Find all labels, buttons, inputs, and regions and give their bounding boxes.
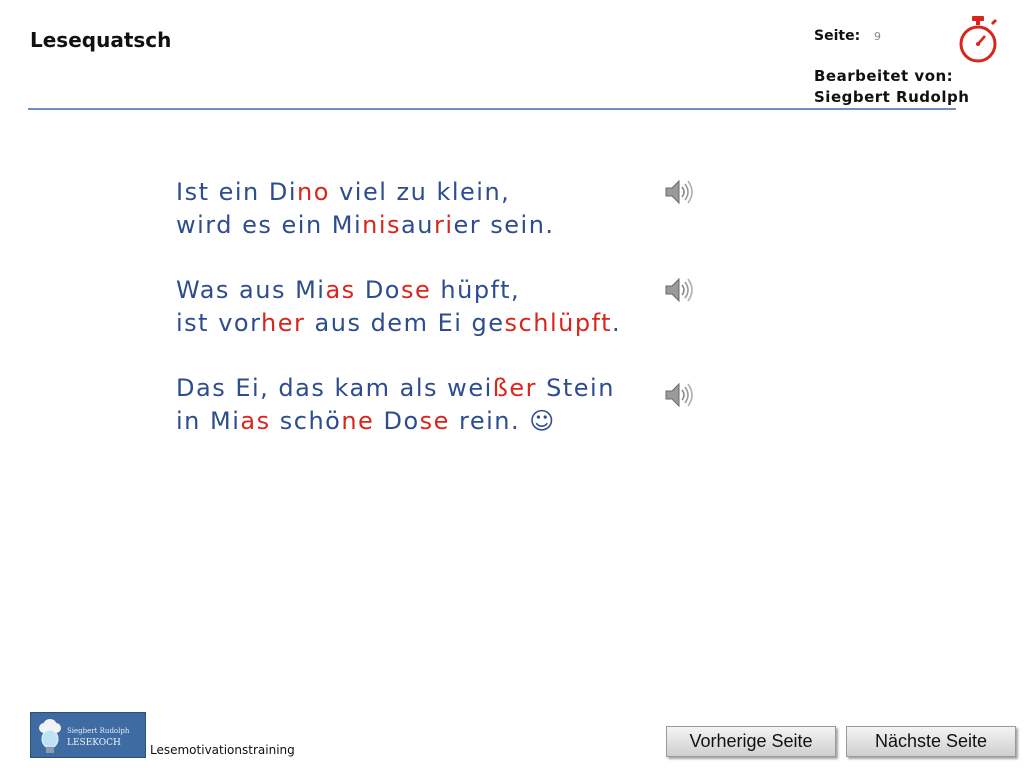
poem-text-segment: hüpft, (431, 276, 521, 304)
poem-text-segment: Ist ein Di (176, 178, 298, 206)
logo-brand: LESEKOCH (67, 738, 121, 748)
lightbulb-icon (39, 719, 61, 753)
poem-stanza: Was aus Mias Dose hüpft, ist vorher aus d… (176, 274, 621, 340)
editor-label: Bearbeitet von: (814, 67, 954, 85)
page-title: Lesequatsch (30, 28, 172, 52)
poem-line: ist vorher aus dem Ei geschlüpft. (176, 307, 621, 340)
poem-text-segment: in Mi (176, 407, 241, 435)
highlighted-syllable: ßer (492, 374, 537, 402)
highlighted-syllable: se (419, 407, 450, 435)
poem-line: Was aus Mias Dose hüpft, (176, 274, 621, 307)
previous-page-button[interactable]: Vorherige Seite (666, 726, 836, 757)
poem-text-segment: Was aus Mi (176, 276, 326, 304)
poem-text-segment: . (612, 309, 622, 337)
poem-text-segment: viel zu klein, (329, 178, 511, 206)
poem-line: in Mias schöne Dose rein. ☺ (176, 405, 621, 438)
header-divider (28, 108, 956, 110)
highlighted-syllable: schlüpft (504, 309, 613, 337)
poem-stanza: Das Ei, das kam als weißer Stein in Mias … (176, 372, 621, 438)
highlighted-syllable: as (325, 276, 356, 304)
page-number-value: 9 (874, 30, 881, 43)
poem-text-segment: ist vor (176, 309, 262, 337)
poem-text-segment: rein. ☺ (449, 407, 556, 435)
logo-author: Siegbert Rudolph (67, 727, 130, 735)
highlighted-syllable: ri (433, 211, 454, 239)
page-number-label: Seite: (814, 28, 861, 44)
highlighted-syllable: se (400, 276, 432, 304)
poem-text-segment: Do (355, 276, 401, 304)
poem-stanza: Ist ein Dino viel zu klein, wird es ein M… (176, 176, 621, 242)
footer-caption: Lesemotivationstraining (150, 743, 295, 757)
poem-text-segment: Das Ei, das kam als wei (176, 374, 493, 402)
poem-line: Das Ei, das kam als weißer Stein (176, 372, 621, 405)
next-page-button[interactable]: Nächste Seite (846, 726, 1016, 757)
poem-text-segment: schö (270, 407, 342, 435)
lesekoch-logo: Siegbert Rudolph LESEKOCH (30, 712, 146, 758)
poem-text-segment: aus dem Ei ge (305, 309, 505, 337)
poem-line: Ist ein Dino viel zu klein, (176, 176, 621, 209)
poem-text: Ist ein Dino viel zu klein, wird es ein M… (176, 176, 621, 470)
highlighted-syllable: as (240, 407, 271, 435)
editor-name: Siegbert Rudolph (814, 88, 970, 106)
highlighted-syllable: no (297, 178, 330, 206)
poem-text-segment: er sein. (453, 211, 555, 239)
speaker-icon[interactable] (664, 381, 694, 409)
speaker-icon[interactable] (664, 276, 694, 304)
poem-text-segment: au (401, 211, 434, 239)
poem-text-segment: wird es ein Mi (176, 211, 363, 239)
speaker-icon[interactable] (664, 178, 694, 206)
poem-line: wird es ein Minisaurier sein. (176, 209, 621, 242)
poem-text-segment: Do (374, 407, 420, 435)
poem-text-segment: Stein (537, 374, 615, 402)
highlighted-syllable: nis (362, 211, 402, 239)
stopwatch-icon[interactable] (954, 14, 1002, 64)
editor-info: Bearbeitet von: Siegbert Rudolph (814, 66, 969, 108)
highlighted-syllable: her (261, 309, 306, 337)
highlighted-syllable: ne (341, 407, 375, 435)
